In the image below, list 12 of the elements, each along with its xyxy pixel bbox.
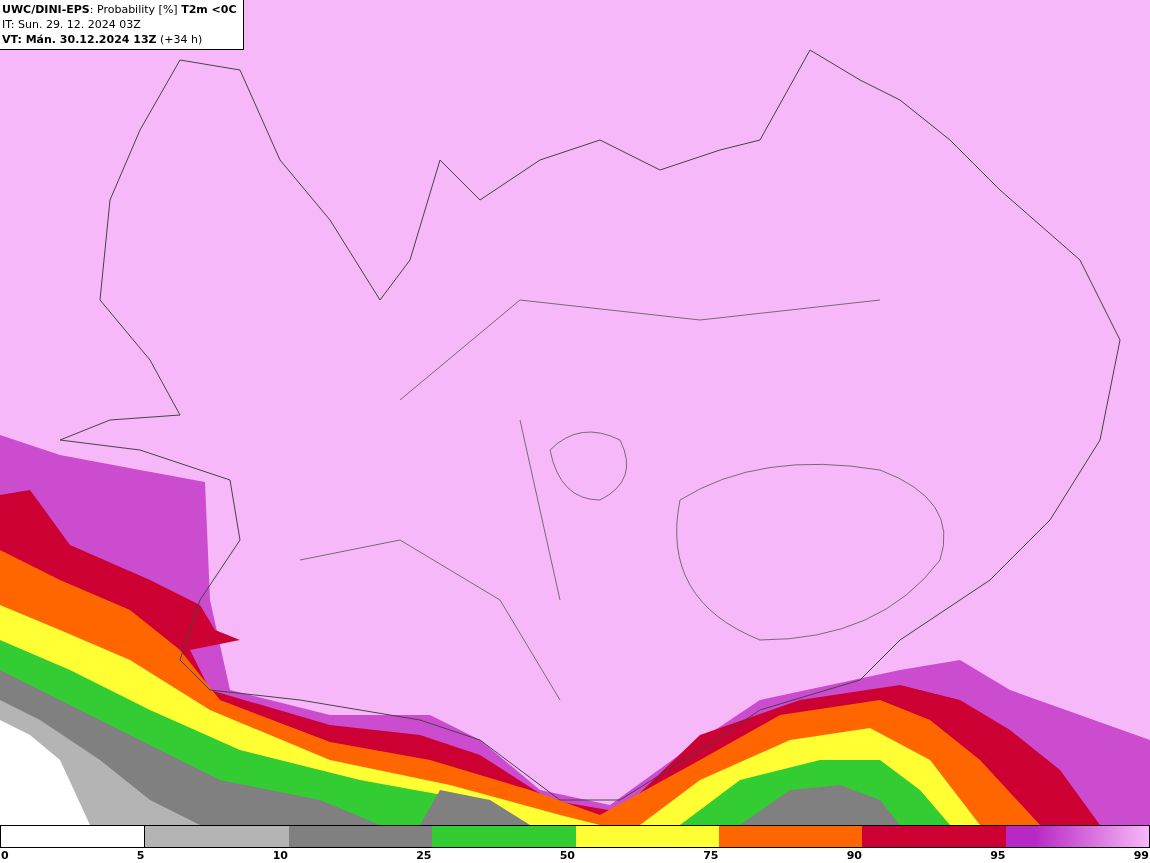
scale-label: 0 <box>1 848 9 863</box>
map-title-line: IT: Sun. 29. 12. 2024 03Z <box>2 17 142 32</box>
scale-label: 50 <box>559 848 575 863</box>
scale-label: 75 <box>703 848 719 863</box>
scale-label: 5 <box>136 848 145 863</box>
scale-label: 95 <box>990 848 1006 863</box>
scale-label: 90 <box>846 848 862 863</box>
scale-label: 25 <box>416 848 432 863</box>
map-title-line: VT: Mán. 30.12.2024 13Z (+34 h) <box>2 32 204 47</box>
map-title-line: UWC/DINI-EPS: Probability [%] T2m <0C <box>2 2 237 17</box>
scale-label: 10 <box>272 848 288 863</box>
scale-label: 99 <box>1133 848 1149 863</box>
